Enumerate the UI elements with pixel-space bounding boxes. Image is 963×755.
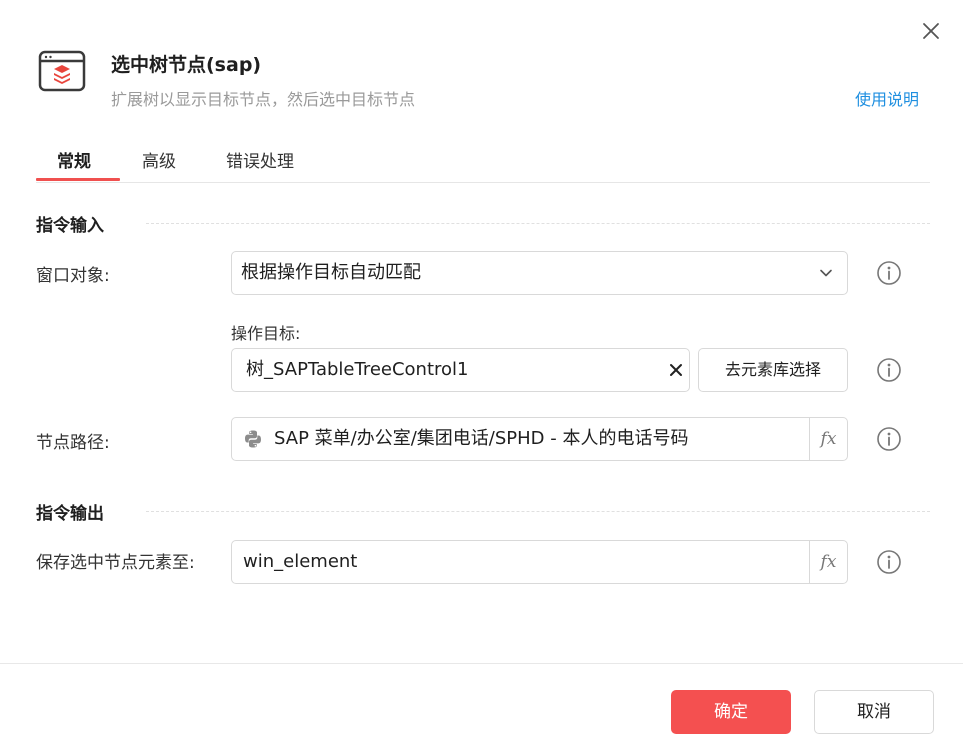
window-object-label: 窗口对象: — [36, 266, 110, 286]
node-path-fx-button[interactable]: fx — [809, 418, 847, 460]
window-object-info-icon[interactable] — [876, 260, 902, 286]
tab-general[interactable]: 常规 — [57, 147, 91, 172]
save-to-fx-button[interactable]: fx — [809, 541, 847, 583]
help-link[interactable]: 使用说明 — [855, 86, 919, 110]
section-divider — [146, 223, 930, 224]
confirm-button[interactable]: 确定 — [671, 690, 791, 734]
tab-advanced[interactable]: 高级 — [142, 147, 176, 172]
clear-icon[interactable] — [669, 363, 683, 377]
save-to-label: 保存选中节点元素至: — [36, 553, 195, 573]
dialog-title: 选中树节点(sap) — [111, 54, 262, 76]
cancel-button[interactable]: 取消 — [814, 690, 934, 734]
save-to-info-icon[interactable] — [876, 549, 902, 575]
tab-error-handling[interactable]: 错误处理 — [226, 147, 294, 172]
save-to-input[interactable]: win_element fx — [231, 540, 848, 584]
section-divider — [146, 511, 930, 512]
node-path-info-icon[interactable] — [876, 426, 902, 452]
node-path-label: 节点路径: — [36, 433, 110, 453]
save-to-value: win_element — [243, 551, 358, 572]
window-sap-icon — [38, 50, 88, 94]
target-input[interactable]: 树_SAPTableTreeControl1 — [231, 348, 690, 392]
node-path-input[interactable]: SAP 菜单/办公室/集团电话/SPHD - 本人的电话号码 fx — [231, 417, 848, 461]
node-path-value: SAP 菜单/办公室/集团电话/SPHD - 本人的电话号码 — [274, 428, 689, 449]
input-section-title: 指令输入 — [36, 216, 104, 236]
dialog-subtitle: 扩展树以显示目标节点，然后选中目标节点 — [111, 90, 416, 109]
target-info-icon[interactable] — [876, 357, 902, 383]
output-section-title: 指令输出 — [36, 504, 104, 524]
window-object-select[interactable]: 根据操作目标自动匹配 — [231, 251, 848, 295]
close-button[interactable] — [918, 18, 944, 44]
chevron-down-icon — [820, 269, 832, 277]
tab-bar: 常规 高级 错误处理 — [36, 140, 930, 183]
close-icon — [923, 23, 939, 39]
target-label: 操作目标: — [231, 324, 301, 343]
python-icon — [245, 430, 261, 448]
element-library-button[interactable]: 去元素库选择 — [698, 348, 848, 392]
footer-divider — [0, 663, 963, 664]
target-value: 树_SAPTableTreeControl1 — [246, 359, 469, 380]
active-tab-indicator — [36, 178, 120, 181]
window-object-value: 根据操作目标自动匹配 — [241, 262, 421, 283]
